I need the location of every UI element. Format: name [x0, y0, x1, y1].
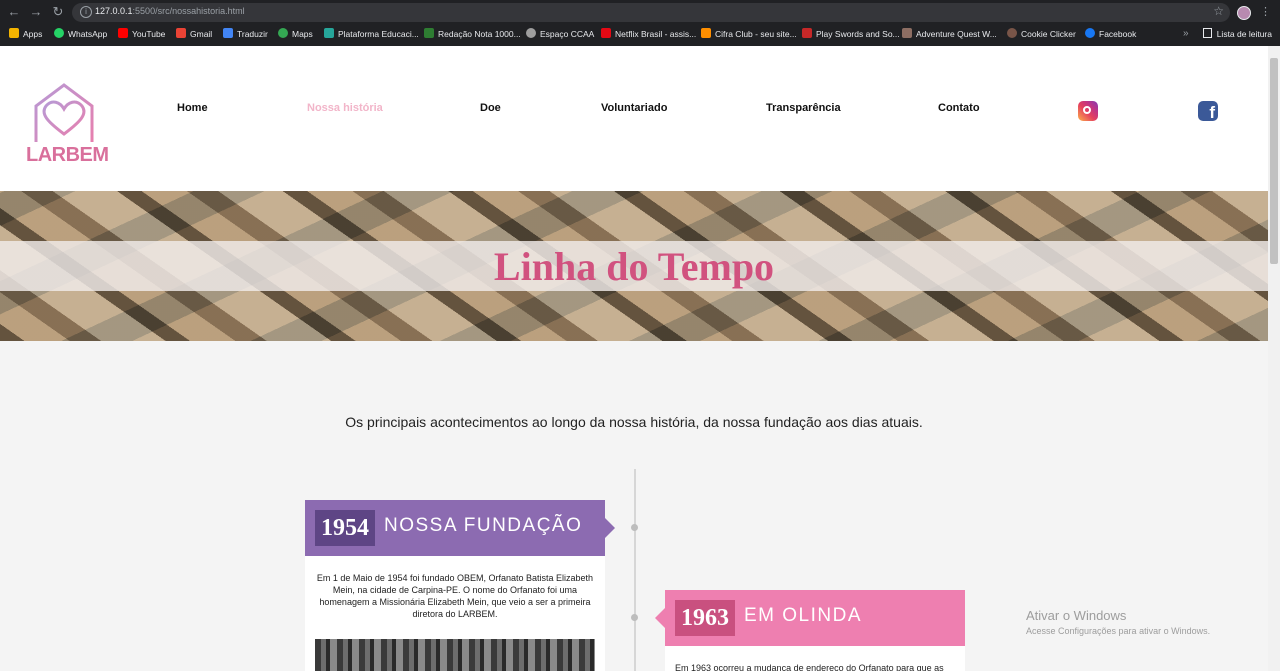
back-icon[interactable]: ← [6, 4, 22, 20]
timeline-card-1954: 1954 NOSSA FUNDAÇÃO Em 1 de Maio de 1954… [305, 500, 615, 671]
instagram-icon[interactable] [1078, 101, 1098, 121]
page: LARBEM Home Nossa história Doe Voluntari… [0, 46, 1268, 671]
bookmark-swords[interactable]: Play Swords and So... [802, 27, 900, 41]
nav-home[interactable]: Home [177, 102, 208, 114]
bookmark-apps[interactable]: Apps [9, 27, 42, 41]
timeline-dot [631, 524, 638, 531]
reload-icon[interactable]: ↻ [50, 4, 66, 20]
globe-icon [526, 28, 536, 38]
facebook-icon [1085, 28, 1095, 38]
whatsapp-icon [54, 28, 64, 38]
timeline-card-header: 1963 EM OLINDA [655, 590, 965, 646]
bookmark-ccaa[interactable]: Espaço CCAA [526, 27, 594, 41]
timeline-card-1963: 1963 EM OLINDA Em 1963 ocorreu a mudança… [655, 590, 965, 671]
timeline-year: 1963 [675, 600, 735, 636]
timeline-title: EM OLINDA [744, 605, 863, 626]
watermark-title: Ativar o Windows [1026, 608, 1127, 623]
bookmark-plataforma[interactable]: Plataforma Educaci... [324, 27, 419, 41]
intro-text: Os principais acontecimentos ao longo da… [345, 414, 923, 430]
plataforma-icon [324, 28, 334, 38]
nav-nossa-historia[interactable]: Nossa história [307, 102, 383, 114]
browser-chrome: ← → ↻ i 127.0.0.1:5500/src/nossahistoria… [0, 0, 1280, 46]
profile-avatar[interactable] [1237, 6, 1251, 20]
logo-text: LARBEM [26, 144, 109, 166]
bookmark-maps[interactable]: Maps [278, 27, 313, 41]
bookmark-redacao[interactable]: Redação Nota 1000... [424, 27, 521, 41]
site-header: LARBEM Home Nossa história Doe Voluntari… [0, 46, 1268, 191]
adventurequest-icon [902, 28, 912, 38]
address-bar[interactable]: i 127.0.0.1:5500/src/nossahistoria.html … [72, 3, 1230, 22]
page-scrollbar[interactable] [1268, 46, 1280, 671]
cookie-icon [1007, 28, 1017, 38]
timeline-dot [631, 614, 638, 621]
nav-doe[interactable]: Doe [480, 102, 501, 114]
bookmarks-bar: Apps WhatsApp YouTube Gmail Traduzir Map… [0, 24, 1280, 44]
scrollbar-thumb[interactable] [1270, 58, 1278, 264]
nav-contato[interactable]: Contato [938, 102, 980, 114]
info-icon[interactable]: i [80, 6, 92, 18]
url-text[interactable]: 127.0.0.1:5500/src/nossahistoria.html [95, 6, 245, 16]
hero-banner: Linha do Tempo [0, 191, 1268, 341]
timeline-title: NOSSA FUNDAÇÃO [384, 515, 583, 536]
timeline-card-body: Em 1963 ocorreu a mudança de endereço do… [665, 646, 965, 671]
gmail-icon [176, 28, 186, 38]
house-heart-icon [34, 83, 94, 142]
netflix-icon [601, 28, 611, 38]
forward-icon[interactable]: → [28, 4, 44, 20]
cifraclub-icon [701, 28, 711, 38]
card-pointer [605, 518, 615, 538]
timeline-card-header: 1954 NOSSA FUNDAÇÃO [305, 500, 615, 556]
toolbar: ← → ↻ i 127.0.0.1:5500/src/nossahistoria… [0, 2, 1280, 22]
timeline-year: 1954 [315, 510, 375, 546]
maps-pin-icon [278, 28, 288, 38]
timeline-card-body: Em 1 de Maio de 1954 foi fundado OBEM, O… [305, 556, 605, 671]
bookmark-cookieclicker[interactable]: Cookie Clicker [1007, 27, 1076, 41]
youtube-icon [118, 28, 128, 38]
reading-list-button[interactable]: Lista de leitura [1202, 27, 1272, 41]
timeline-line [634, 469, 636, 671]
bookmark-whatsapp[interactable]: WhatsApp [54, 27, 107, 41]
nav-transparencia[interactable]: Transparência [766, 102, 841, 114]
page-title: Linha do Tempo [493, 244, 775, 289]
apps-grid-icon [9, 28, 19, 38]
reading-list-icon [1202, 28, 1212, 38]
card-pointer [655, 608, 665, 628]
timeline-text: Em 1963 ocorreu a mudança de endereço do… [675, 663, 944, 671]
bookmark-youtube[interactable]: YouTube [118, 27, 165, 41]
menu-kebab-icon[interactable]: ⋮ [1260, 5, 1271, 18]
bookmark-facebook[interactable]: Facebook [1085, 27, 1136, 41]
facebook-icon[interactable]: f [1198, 101, 1218, 121]
kongregate-icon [802, 28, 812, 38]
timeline-text: Em 1 de Maio de 1954 foi fundado OBEM, O… [316, 573, 594, 619]
bookmark-gmail[interactable]: Gmail [176, 27, 212, 41]
bookmark-cifraclub[interactable]: Cifra Club - seu site... [701, 27, 797, 41]
bookmark-star-icon[interactable]: ☆ [1213, 4, 1224, 18]
watermark-subtitle: Acesse Configurações para ativar o Windo… [1026, 626, 1211, 636]
translate-icon [223, 28, 233, 38]
windows-activation-watermark: Ativar o Windows Acesse Configurações pa… [1026, 608, 1210, 636]
site-logo[interactable]: LARBEM [26, 82, 109, 168]
bookmarks-overflow-icon[interactable]: » [1183, 27, 1189, 41]
bookmark-traduzir[interactable]: Traduzir [223, 27, 268, 41]
historical-photo [315, 639, 595, 671]
bookmark-netflix[interactable]: Netflix Brasil - assis... [601, 27, 696, 41]
checkmark-icon [424, 28, 434, 38]
nav-voluntariado[interactable]: Voluntariado [601, 102, 667, 114]
bookmark-adventurequest[interactable]: Adventure Quest W... [902, 27, 997, 41]
